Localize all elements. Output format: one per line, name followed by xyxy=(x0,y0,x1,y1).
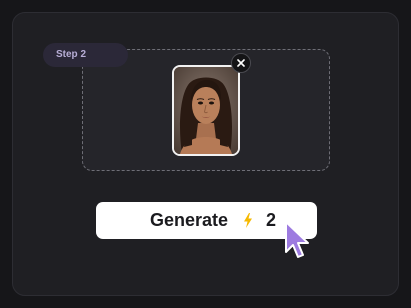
lightning-bolt-icon xyxy=(243,213,253,233)
credit-cost: 2 xyxy=(266,210,277,230)
remove-image-button[interactable] xyxy=(231,53,251,73)
close-icon xyxy=(237,59,245,67)
step-badge: Step 2 xyxy=(43,43,128,67)
uploaded-portrait-thumbnail xyxy=(172,65,240,156)
mouse-pointer-icon xyxy=(284,220,312,265)
generate-button-label: Generate xyxy=(150,210,229,230)
generator-card: Step 2 Generate 2 xyxy=(12,12,399,296)
portrait-image xyxy=(174,67,238,154)
image-upload-dropzone[interactable] xyxy=(82,49,330,171)
